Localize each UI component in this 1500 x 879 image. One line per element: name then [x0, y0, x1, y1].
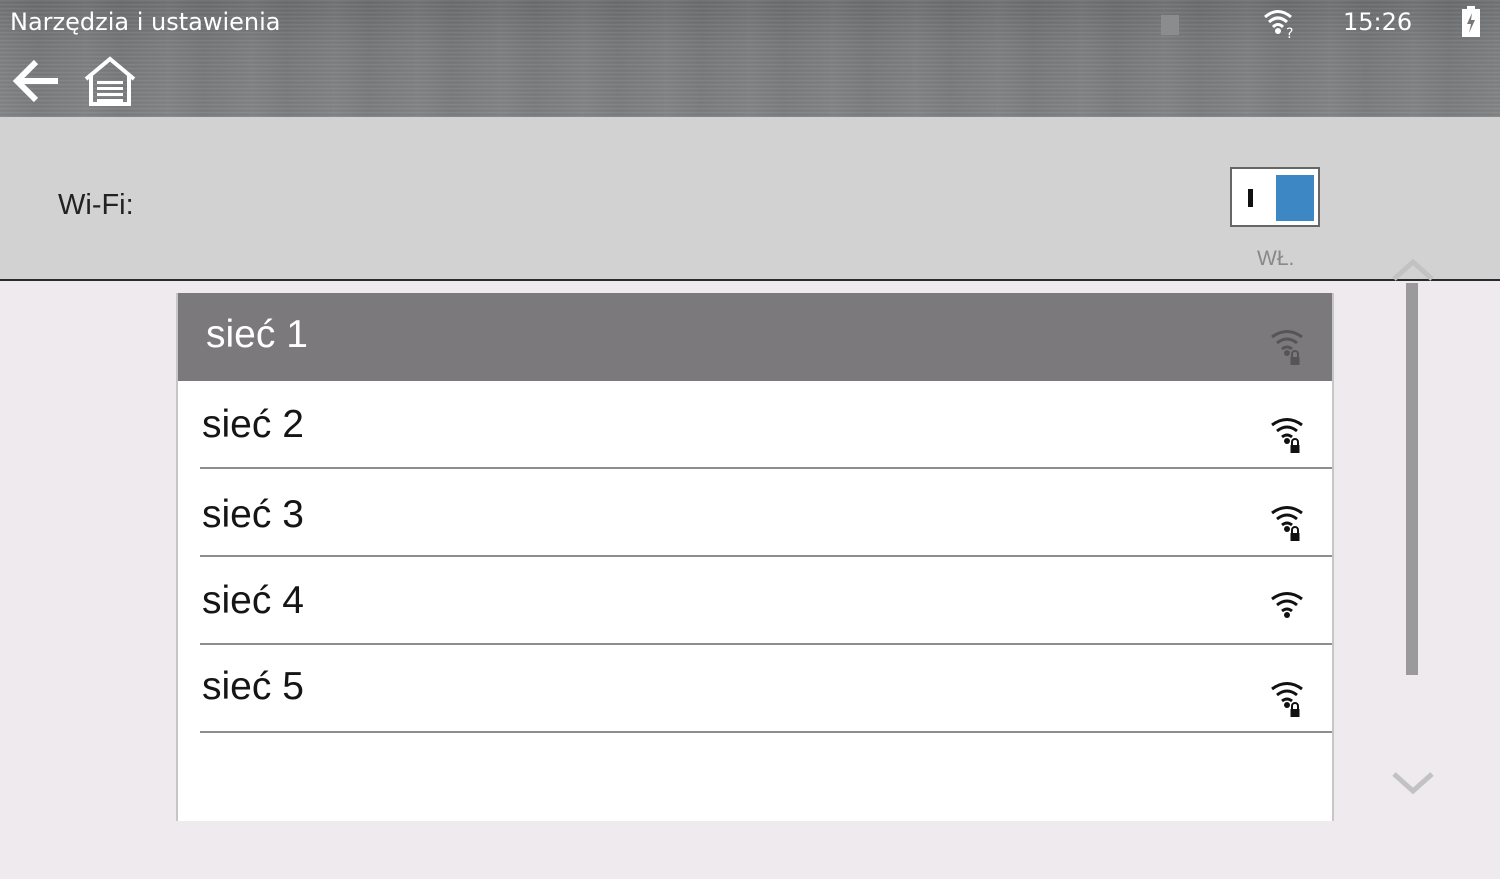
wifi-settings-panel: Wi-Fi: WŁ. — [0, 117, 1500, 281]
row-divider — [200, 731, 1332, 733]
garage-home-button[interactable] — [82, 53, 138, 109]
scrollbar-thumb[interactable] — [1406, 283, 1418, 675]
wifi-secured-icon — [1271, 682, 1303, 717]
wifi-open-icon — [1271, 592, 1303, 618]
wifi-unknown-icon: ? — [1264, 10, 1293, 40]
notification-indicator — [1161, 15, 1179, 35]
network-row[interactable]: sieć 2 — [178, 381, 1332, 469]
network-row[interactable]: sieć 4 — [178, 557, 1332, 645]
app-title: Narzędzia i ustawienia — [10, 8, 281, 36]
back-button[interactable] — [10, 54, 64, 108]
toggle-knob — [1276, 175, 1314, 221]
network-name: sieć 2 — [202, 403, 304, 446]
toggle-on-mark — [1248, 189, 1253, 207]
network-name: sieć 5 — [202, 665, 304, 708]
scroll-down-arrow[interactable] — [1390, 768, 1436, 798]
battery-charging-icon — [1462, 6, 1480, 37]
wifi-secured-icon — [1271, 418, 1303, 453]
wifi-secured-icon — [1271, 506, 1303, 541]
toggle-state-label: WŁ. — [1257, 247, 1295, 270]
wifi-label: Wi-Fi: — [58, 189, 134, 221]
svg-text:?: ? — [1286, 26, 1293, 40]
clock: 15:26 — [1343, 8, 1413, 36]
network-name: sieć 1 — [206, 313, 308, 356]
network-name: sieć 4 — [202, 579, 304, 622]
network-row[interactable]: sieć 5 — [178, 645, 1332, 733]
network-name: sieć 3 — [202, 493, 304, 536]
network-row[interactable]: sieć 3 — [178, 469, 1332, 557]
network-list: sieć 1 sieć 2 sieć 3 sieć 4 sieć 5 — [176, 293, 1334, 821]
top-bar: Narzędzia i ustawienia ? 15:26 — [0, 0, 1500, 117]
scroll-up-arrow[interactable] — [1390, 255, 1436, 285]
wifi-secured-icon — [1271, 330, 1303, 365]
wifi-toggle[interactable] — [1230, 167, 1320, 227]
network-row[interactable]: sieć 1 — [178, 293, 1332, 381]
